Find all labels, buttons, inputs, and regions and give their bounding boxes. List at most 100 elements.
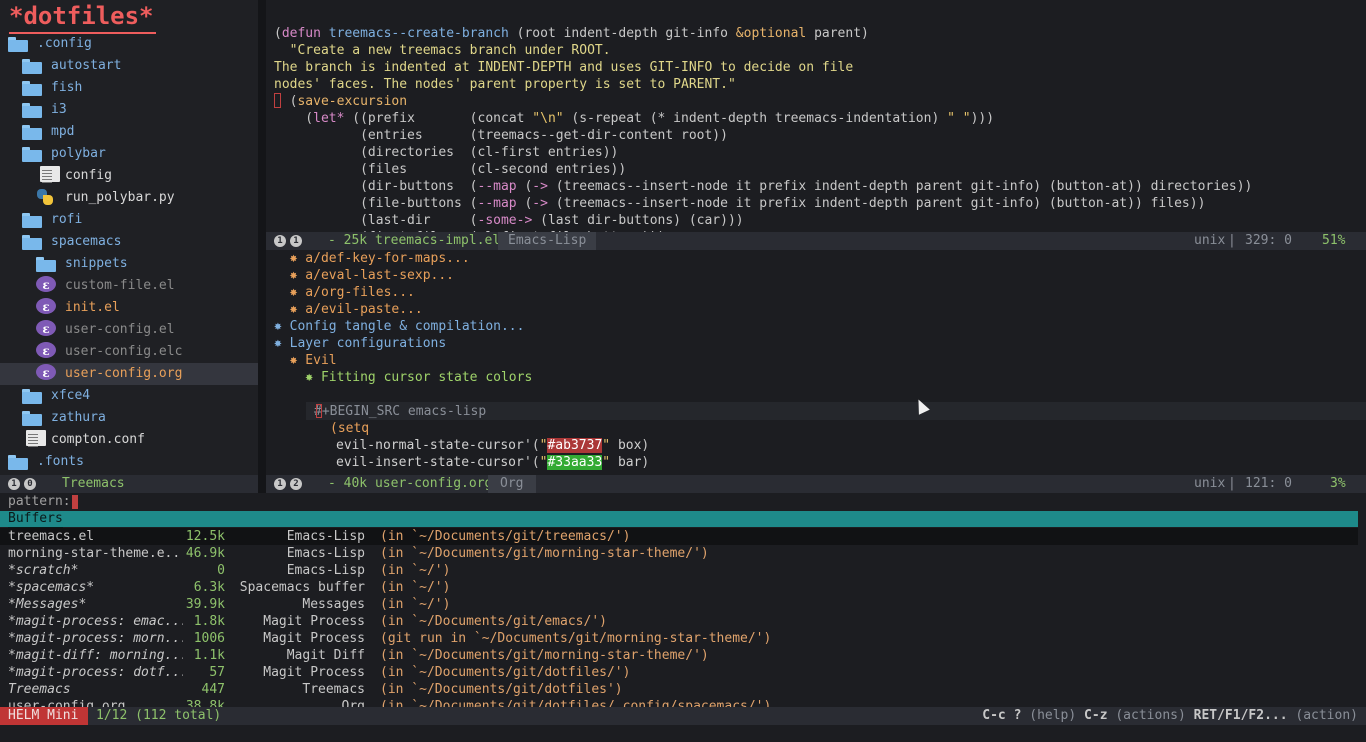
helm-buffer-row[interactable]: user-config.org 38.8k Org (in `~/Documents/…	[0, 698, 1358, 707]
scroll-percent: 3%	[1330, 476, 1346, 491]
tree-item[interactable]: ε custom-file.el	[0, 275, 258, 297]
helm-buffer-name: *Messages*	[8, 597, 87, 612]
helm-buffer-name: Treemacs	[8, 682, 71, 697]
helm-buffer-mode: Emacs-Lisp	[286, 529, 365, 544]
helm-pattern-input[interactable]	[72, 495, 78, 509]
tree-item-label: user-config.org	[65, 366, 183, 381]
helm-buffer-row[interactable]: *magit-process: morn... 1006 Magit Process…	[0, 630, 1358, 647]
tree-item-label: mpd	[51, 124, 75, 139]
helm-buffer-size: 57	[209, 665, 225, 680]
window-number: 1	[274, 478, 286, 490]
code-line: (let* ((prefix (concat "\n" (s-repeat (*…	[274, 111, 995, 126]
helm-buffer-row[interactable]: *Messages* 39.9k Messages (in `~/')	[0, 596, 1358, 613]
tree-item[interactable]: fish	[0, 77, 258, 99]
text-cursor	[274, 93, 281, 108]
tree-item-label: .fonts	[37, 454, 84, 469]
folder-icon	[22, 58, 42, 74]
helm-buffer-path: (in `~/Documents/git/morning-star-theme/…	[380, 648, 709, 663]
tree-item[interactable]: config	[0, 165, 258, 187]
emacs-icon: ε	[36, 320, 56, 336]
emacs-icon: ε	[36, 364, 56, 380]
helm-modeline: HELM Mini 1/12 (112 total) C-c ? (help) …	[0, 707, 1366, 725]
org-line: evil-normal-state-cursor	[336, 438, 524, 453]
tree-item[interactable]: snippets	[0, 253, 258, 275]
org-heading: ✸ a/eval-last-sexp...	[274, 268, 455, 283]
sidebar-title: *dotfiles*	[9, 0, 156, 34]
emacs-icon: ε	[36, 342, 56, 358]
org-heading: ✸ a/org-files...	[274, 285, 415, 300]
tree-item-label: config	[65, 168, 112, 183]
helm-buffer-row[interactable]: *scratch* 0 Emacs-Lisp (in `~/')	[0, 562, 1358, 579]
folder-icon	[22, 234, 42, 250]
tree-item[interactable]: rofi	[0, 209, 258, 231]
tree-item[interactable]: run_polybar.py	[0, 187, 258, 209]
helm-buffer-mode: Magit Diff	[286, 648, 365, 663]
helm-buffer-mode: Emacs-Lisp	[286, 563, 365, 578]
tree-item-label: run_polybar.py	[65, 190, 175, 205]
window-number: 1	[274, 235, 286, 247]
folder-icon	[22, 388, 42, 404]
major-mode: Emacs-Lisp	[508, 233, 587, 248]
folder-icon	[36, 256, 56, 272]
tree-item[interactable]: autostart	[0, 55, 258, 77]
tree-item-label: i3	[51, 102, 67, 117]
helm-buffer-path: (in `~/')	[380, 597, 451, 612]
vertical-divider[interactable]	[258, 0, 266, 475]
tree-item[interactable]: spacemacs	[0, 231, 258, 253]
tree-item[interactable]: ε init.el	[0, 297, 258, 319]
tree-item[interactable]: mpd	[0, 121, 258, 143]
helm-buffer-row[interactable]: *magit-process: emac... 1.8k Magit Process…	[0, 613, 1358, 630]
org-editor-pane[interactable]: ✸ a/def-key-for-maps... ✸ a/eval-last-se…	[266, 250, 1366, 475]
code-line: (save-excursion	[274, 94, 408, 109]
buffer-file: - 40k user-config.org	[328, 476, 493, 491]
tree-item[interactable]: i3	[0, 99, 258, 121]
code-line: nodes' faces. The nodes' parent property…	[274, 77, 736, 92]
helm-buffer-row[interactable]: treemacs.el 12.5k Emacs-Lisp (in `~/Documen…	[0, 528, 1358, 545]
helm-buffer-path: (in `~/Documents/git/dotfiles/')	[380, 665, 631, 680]
helm-buffer-name: morning-star-theme.e...	[8, 546, 183, 561]
code-line: The branch is indented at INDENT-DEPTH a…	[274, 60, 854, 75]
tree-item[interactable]: .config	[0, 33, 258, 55]
helm-buffer-row[interactable]: *magit-diff: morning... 1.1k Magit Diff (in…	[0, 647, 1358, 664]
helm-buffer-path: (in `~/Documents/git/dotfiles')	[380, 682, 623, 697]
folder-icon	[22, 212, 42, 228]
tree-item[interactable]: polybar	[0, 143, 258, 165]
helm-buffer-path: (in `~/Documents/git/treemacs/')	[380, 529, 631, 544]
org-pane-modeline: 1 2 - 40k user-config.org Org unix | 121…	[266, 475, 1366, 493]
helm-buffer-row[interactable]: *magit-process: dotf... 57 Magit Process (i…	[0, 664, 1358, 681]
code-line: "Create a new treemacs branch under ROOT…	[274, 43, 611, 58]
helm-buffer-path: (in `~/Documents/git/emacs/')	[380, 614, 607, 629]
helm-buffer-mode: Magit Process	[263, 631, 365, 646]
workspace-number: 2	[290, 478, 302, 490]
tree-item[interactable]: zathura	[0, 407, 258, 429]
code-line: (last-dir (-some-> (last dir-buttons) (c…	[274, 213, 744, 228]
tree-item[interactable]: ε user-config.elc	[0, 341, 258, 363]
workspace-number: 1	[290, 235, 302, 247]
tree-item[interactable]: ε user-config.el	[0, 319, 258, 341]
folder-icon	[8, 454, 28, 470]
helm-candidate-count: 1/12 (112 total)	[96, 708, 222, 723]
file-icon	[40, 166, 60, 182]
helm-buffer-row[interactable]: morning-star-theme.e... 46.9k Emacs-Lisp (i…	[0, 545, 1358, 562]
tree-item[interactable]: ε user-config.org	[0, 363, 258, 385]
helm-buffer-row[interactable]: *spacemacs* 6.3k Spacemacs buffer (in `~/')	[0, 579, 1358, 596]
helm-buffer-mode: Treemacs	[302, 682, 365, 697]
code-pane-modeline: 1 1 - 25k treemacs-impl.el Emacs-Lisp un…	[266, 232, 1366, 250]
workspace-number: 0	[24, 478, 36, 490]
helm-buffer-row[interactable]: Treemacs 447 Treemacs (in `~/Documents/git/…	[0, 681, 1358, 698]
code-editor-pane[interactable]: (defun treemacs--create-branch (root ind…	[266, 0, 1366, 232]
helm-keybinding-hints: C-c ? (help) C-z (actions) RET/F1/F2... …	[982, 708, 1358, 723]
major-mode: Org	[500, 476, 524, 491]
encoding: unix	[1194, 233, 1226, 248]
cursor-position: 329: 0	[1245, 233, 1292, 248]
helm-buffer-path: (in `~/Documents/git/morning-star-theme/…	[380, 546, 709, 561]
helm-source-header: Buffers	[0, 511, 1358, 528]
helm-buffer-size: 1006	[193, 631, 225, 646]
cursor-position: 121: 0	[1245, 476, 1292, 491]
emacs-icon: ε	[36, 298, 56, 314]
tree-item[interactable]: compton.conf	[0, 429, 258, 451]
helm-pattern-label: pattern:	[8, 494, 71, 509]
tree-item[interactable]: xfce4	[0, 385, 258, 407]
tree-item[interactable]: .fonts	[0, 451, 258, 473]
helm-buffer-mode: Messages	[302, 597, 365, 612]
